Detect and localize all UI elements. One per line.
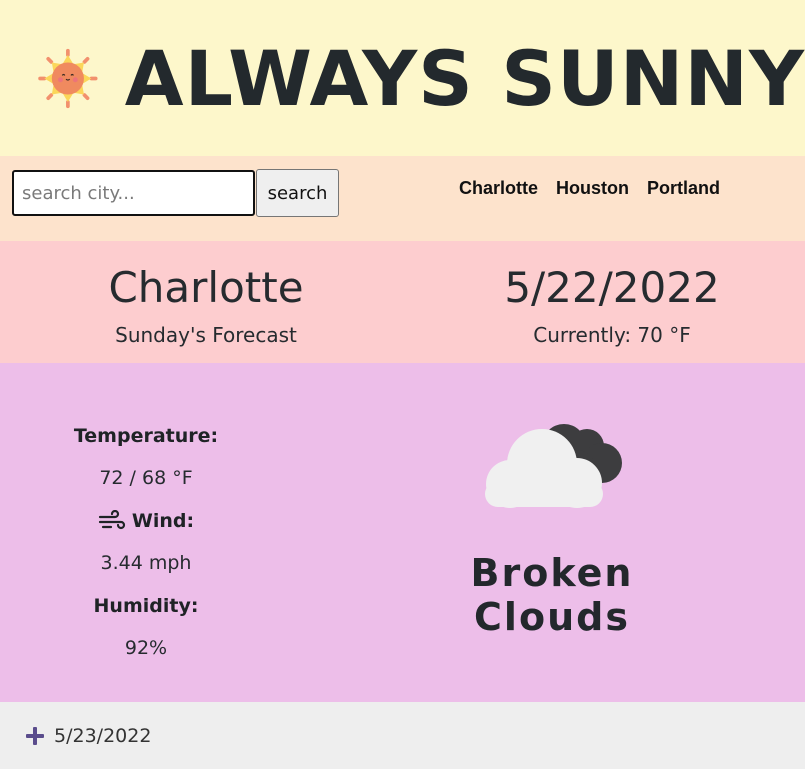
weather-condition: Broken Clouds	[470, 551, 634, 639]
upcoming-day-row[interactable]: 5/23/2022	[0, 702, 805, 769]
humidity-label-text: Humidity:	[93, 595, 199, 617]
humidity-value: 92%	[124, 637, 168, 659]
wind-icon	[98, 510, 125, 530]
city-link-houston[interactable]: Houston	[556, 178, 629, 199]
wind-label: Wind:	[35, 500, 257, 542]
wind-label-text: Wind:	[131, 510, 195, 532]
search-input[interactable]	[12, 170, 255, 216]
search-button[interactable]: search	[256, 169, 339, 217]
weather-details: Temperature: 72 / 68 °F Wind: 3.44 mph H…	[0, 363, 805, 702]
city-link-charlotte[interactable]: Charlotte	[459, 178, 538, 199]
weather-stats: Temperature: 72 / 68 °F Wind: 3.44 mph H…	[35, 415, 257, 670]
upcoming-date: 5/23/2022	[54, 724, 152, 747]
search-bar: search Charlotte Houston Portland	[0, 156, 805, 241]
current-temperature: Currently: 70 °F	[533, 323, 691, 347]
plus-icon[interactable]	[24, 725, 46, 747]
app-title: ALWAYS SUNNY	[124, 33, 805, 123]
forecast-overview: Charlotte Sunday's Forecast 5/22/2022 Cu…	[0, 241, 805, 363]
sun-icon	[38, 48, 98, 108]
forecast-day-label: Sunday's Forecast	[115, 323, 297, 347]
city-name: Charlotte	[108, 263, 304, 312]
temperature-label: Temperature:	[35, 415, 257, 457]
temperature-label-text: Temperature:	[73, 425, 219, 447]
wind-value: 3.44 mph	[100, 552, 192, 574]
saved-cities: Charlotte Houston Portland	[459, 178, 720, 199]
temperature-value: 72 / 68 °F	[99, 467, 193, 489]
broken-clouds-icon	[485, 424, 622, 508]
forecast-date: 5/22/2022	[504, 263, 720, 312]
city-link-portland[interactable]: Portland	[647, 178, 720, 199]
humidity-label: Humidity:	[35, 585, 257, 627]
app-header: ALWAYS SUNNY	[0, 0, 805, 156]
